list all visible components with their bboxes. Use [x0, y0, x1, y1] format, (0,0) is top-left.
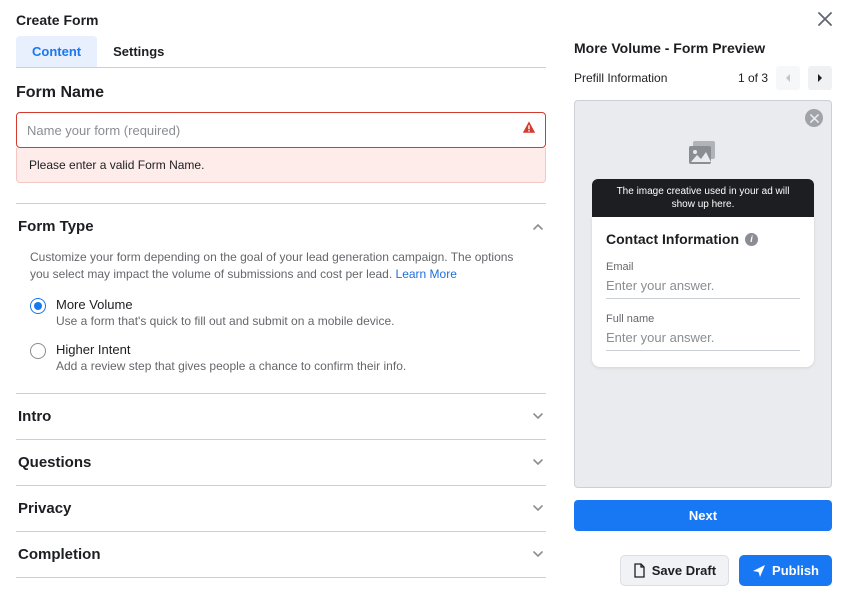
form-type-header[interactable]: Form Type: [16, 204, 546, 249]
form-name-heading: Form Name: [16, 84, 546, 102]
section-privacy[interactable]: Privacy: [16, 486, 546, 531]
tabs: Content Settings: [16, 36, 546, 68]
preview-image-note: The image creative used in your ad will …: [592, 179, 814, 217]
preview-prev-button[interactable]: [776, 66, 800, 90]
close-button[interactable]: [818, 10, 832, 30]
radio-label: Higher Intent: [56, 342, 406, 357]
preview-field-email-label: Email: [606, 261, 800, 273]
section-completion[interactable]: Completion: [16, 532, 546, 577]
preview-next-page-button[interactable]: Next: [574, 500, 832, 531]
tab-settings[interactable]: Settings: [97, 36, 180, 67]
publish-button[interactable]: Publish: [739, 555, 832, 586]
chevron-down-icon: [532, 502, 544, 514]
preview-close-icon: [805, 109, 823, 127]
radio-desc: Add a review step that gives people a ch…: [56, 359, 406, 373]
document-icon: [633, 563, 646, 578]
form-type-title: Form Type: [18, 218, 94, 235]
section-intro[interactable]: Intro: [16, 394, 546, 439]
section-questions[interactable]: Questions: [16, 440, 546, 485]
chevron-down-icon: [532, 456, 544, 468]
preview-title: More Volume - Form Preview: [574, 40, 832, 56]
radio-label: More Volume: [56, 297, 394, 312]
save-draft-button[interactable]: Save Draft: [620, 555, 729, 586]
close-icon: [818, 12, 832, 26]
preview-card: The image creative used in your ad will …: [574, 100, 832, 488]
radio-icon: [30, 343, 46, 359]
chevron-up-icon: [532, 221, 544, 233]
caret-left-icon: [784, 73, 792, 83]
preview-field-fullname: Enter your answer.: [606, 325, 800, 351]
chevron-down-icon: [532, 548, 544, 560]
tab-content[interactable]: Content: [16, 36, 97, 67]
radio-icon: [30, 298, 46, 314]
form-type-helper: Customize your form depending on the goa…: [30, 249, 532, 283]
send-icon: [752, 564, 766, 578]
caret-right-icon: [816, 73, 824, 83]
info-icon: i: [745, 233, 758, 246]
preview-page-indicator: 1 of 3: [738, 71, 768, 85]
form-name-error: Please enter a valid Form Name.: [16, 148, 546, 183]
radio-desc: Use a form that's quick to fill out and …: [56, 314, 394, 328]
preview-field-email: Enter your answer.: [606, 273, 800, 299]
preview-form-heading: Contact Information: [606, 231, 739, 247]
radio-more-volume[interactable]: More Volume Use a form that's quick to f…: [30, 297, 532, 328]
learn-more-link[interactable]: Learn More: [396, 267, 457, 281]
alert-icon: [522, 121, 536, 140]
chevron-down-icon: [532, 410, 544, 422]
image-placeholder-icon: [688, 141, 718, 167]
preview-next-button[interactable]: [808, 66, 832, 90]
radio-higher-intent[interactable]: Higher Intent Add a review step that giv…: [30, 342, 532, 373]
dialog-title: Create Form: [16, 12, 98, 28]
preview-subtitle: Prefill Information: [574, 71, 667, 85]
preview-field-fullname-label: Full name: [606, 313, 800, 325]
form-name-input[interactable]: [16, 112, 546, 148]
